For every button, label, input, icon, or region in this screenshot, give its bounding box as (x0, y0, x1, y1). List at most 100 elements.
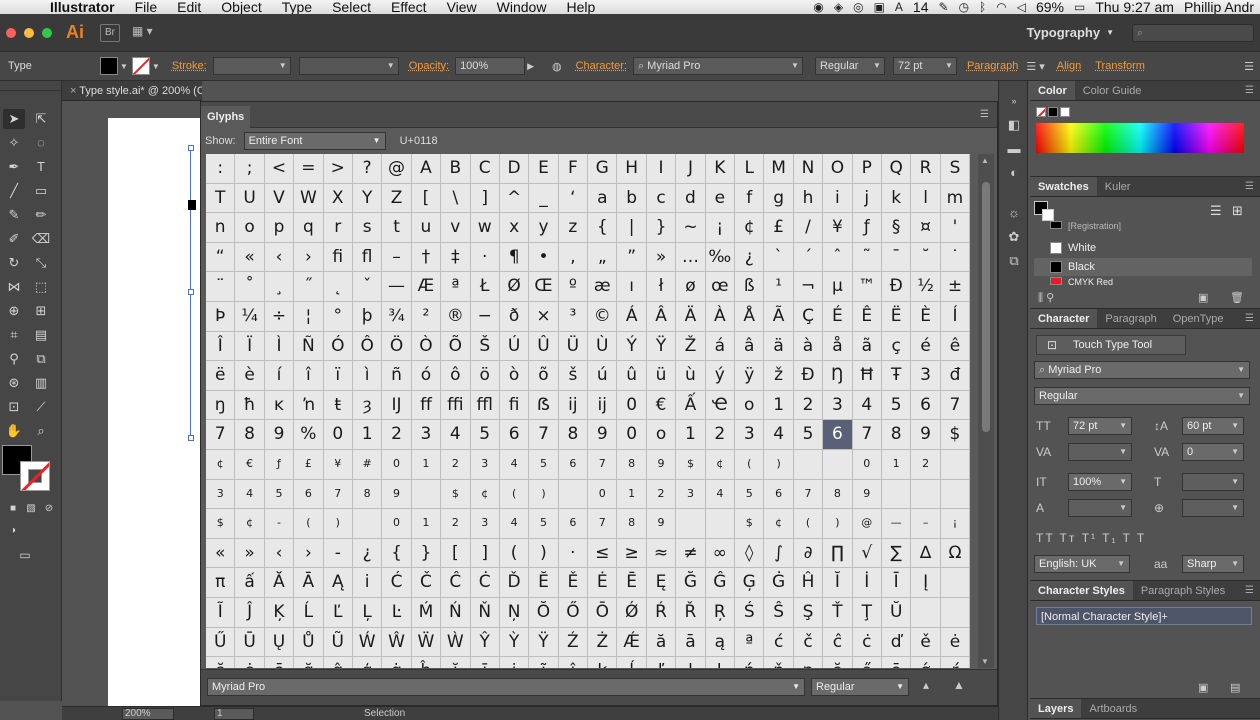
stroke-label[interactable]: Stroke: (172, 60, 207, 72)
glyph-cell[interactable] (676, 509, 706, 539)
glyph-cell[interactable]: Ũ (323, 627, 353, 658)
tab-artboards[interactable]: Artboards (1081, 699, 1145, 718)
glyph-cell[interactable]: Ý (617, 331, 647, 362)
selection-handle[interactable] (188, 289, 194, 295)
pen-tool-icon[interactable]: ✒ (3, 157, 25, 177)
glyph-cell[interactable]: ü (646, 361, 677, 391)
glyph-cell[interactable]: § (881, 213, 912, 243)
screen-mode-icon[interactable]: ▭ (14, 545, 36, 565)
glyph-cell[interactable]: i (823, 183, 853, 214)
variable-width-profile[interactable]: ▼ (298, 57, 399, 75)
stroke-swatch[interactable] (131, 57, 150, 75)
blob-brush-tool-icon[interactable]: ✐ (3, 229, 25, 249)
glyph-cell[interactable]: 8 (558, 420, 589, 450)
glyph-cell[interactable]: â (735, 331, 765, 362)
glyph-cell[interactable]: I (646, 154, 677, 184)
graphic-styles-icon[interactable]: ☼ (1004, 203, 1024, 223)
glyph-cell[interactable]: ŉ (294, 390, 324, 421)
glyph-cell[interactable]: ŋ (206, 390, 236, 421)
glyph-cell[interactable]: ] (470, 538, 500, 569)
glyph-cell[interactable]: ˝ (294, 272, 324, 302)
glyph-cell[interactable]: u (411, 213, 442, 243)
glyph-cell[interactable]: 8 (823, 479, 853, 510)
glyph-cell[interactable]: Ö (382, 331, 412, 362)
glyph-cell[interactable]: 3 (823, 390, 853, 421)
close-window-button[interactable] (6, 27, 16, 38)
glyph-cell[interactable]: ß (735, 272, 765, 302)
sync-icon[interactable]: ◎ (853, 0, 863, 14)
glyph-cell[interactable]: { (588, 213, 618, 243)
glyph-cell[interactable]: L (735, 154, 765, 184)
glyph-cell[interactable] (940, 449, 970, 480)
glyph-cell[interactable]: č (793, 627, 824, 658)
glyph-cell[interactable]: { (382, 538, 412, 569)
glyph-cell[interactable]: 3 (676, 479, 706, 510)
glyph-cell[interactable]: Ŧ (881, 361, 912, 391)
glyph-cell[interactable]: 3 (470, 449, 500, 480)
glyph-cell[interactable]: © (588, 301, 618, 332)
glyph-cell[interactable]: 7 (588, 449, 618, 480)
glyph-cell[interactable]: ® (441, 301, 471, 332)
glyph-cell[interactable]: Ő (558, 597, 589, 628)
glyph-cell[interactable]: Ă (264, 568, 295, 598)
glyph-cell[interactable]: R (911, 154, 941, 184)
glyph-cell[interactable]: - (264, 509, 295, 539)
glyph-cell[interactable]: ĕ (206, 657, 236, 668)
glyph-cell[interactable]: 2 (441, 449, 471, 480)
glyph-cell[interactable]: ∑ (881, 538, 912, 569)
zoom-in-glyphs-icon[interactable]: ▲ (953, 678, 965, 692)
tab-swatches[interactable]: Swatches (1030, 177, 1097, 196)
minimize-window-button[interactable] (24, 27, 34, 38)
glyph-cell[interactable]: % (294, 420, 324, 450)
glyph-cell[interactable] (793, 449, 824, 480)
glyph-cell[interactable]: Ż (588, 627, 618, 658)
glyph-cell[interactable]: † (411, 242, 442, 273)
glyph-cell[interactable]: ï (323, 361, 353, 391)
glyph-cell[interactable]: 5 (264, 479, 295, 510)
glyph-cell[interactable]: w (470, 213, 500, 243)
glyph-cell[interactable]: ) (529, 479, 559, 510)
glyph-cell[interactable]: ƒ (852, 213, 882, 243)
glyph-cell[interactable]: Ì (264, 331, 295, 362)
glyph-cell[interactable]: ‹ (264, 242, 295, 273)
stroke-dropdown-arrow[interactable]: ▼ (152, 62, 160, 71)
glyph-cell[interactable]: 6 (499, 420, 530, 450)
glyph-cell[interactable] (940, 568, 970, 598)
glyph-cell[interactable]: ŕ (940, 657, 970, 668)
glyph-cell[interactable]: k (881, 183, 912, 214)
glyph-cell[interactable]: ‰ (705, 242, 736, 273)
glyph-cell[interactable]: Ó (323, 331, 353, 362)
character-font-field[interactable]: ⌕ Myriad Pro ▼ (1034, 361, 1250, 379)
perspective-grid-tool-icon[interactable]: ⊞ (30, 301, 52, 321)
fill-swatch[interactable] (100, 57, 118, 75)
glyph-cell[interactable]: Õ (441, 331, 471, 362)
glyph-cell[interactable]: ≈ (646, 538, 677, 569)
glyph-cell[interactable]: 2 (793, 390, 824, 421)
glyph-cell[interactable]: ň (764, 657, 794, 668)
glyph-cell[interactable]: V (264, 183, 295, 214)
glyph-cell[interactable]: › (294, 242, 324, 273)
glyph-cell[interactable]: 6 (558, 509, 589, 539)
glyph-cell[interactable]: 6 (911, 390, 941, 421)
glyph-cell[interactable]: Â (646, 301, 677, 332)
glyph-cell[interactable]: t (382, 213, 412, 243)
glyph-cell[interactable]: ẞ (529, 390, 559, 421)
glyph-cell[interactable]: = (294, 154, 324, 184)
free-transform-tool-icon[interactable]: ⬚ (30, 277, 52, 297)
panel-menu-icon[interactable]: ☰ (1245, 585, 1254, 596)
glyph-cell[interactable]: ' (940, 213, 970, 243)
glyph-cell[interactable]: ć (764, 627, 794, 658)
selection-handle[interactable] (188, 435, 194, 441)
glyph-cell[interactable]: 2 (705, 420, 736, 450)
panel-menu-icon[interactable]: ☰ (1245, 181, 1254, 192)
fill-stroke-icon[interactable] (1034, 201, 1056, 223)
glyph-cell[interactable]: Ÿ (646, 331, 677, 362)
glyph-cell[interactable]: Ğ (676, 568, 706, 598)
glyph-cell[interactable]: ĭ (441, 657, 471, 668)
glyph-cell[interactable]: 9 (911, 420, 941, 450)
color-spectrum[interactable] (1036, 123, 1244, 153)
glyph-cell[interactable]: 1 (676, 420, 706, 450)
glyph-cell[interactable]: U (235, 183, 265, 214)
glyph-cell[interactable] (911, 479, 941, 510)
scale-tool-icon[interactable]: ⤡ (30, 253, 52, 273)
